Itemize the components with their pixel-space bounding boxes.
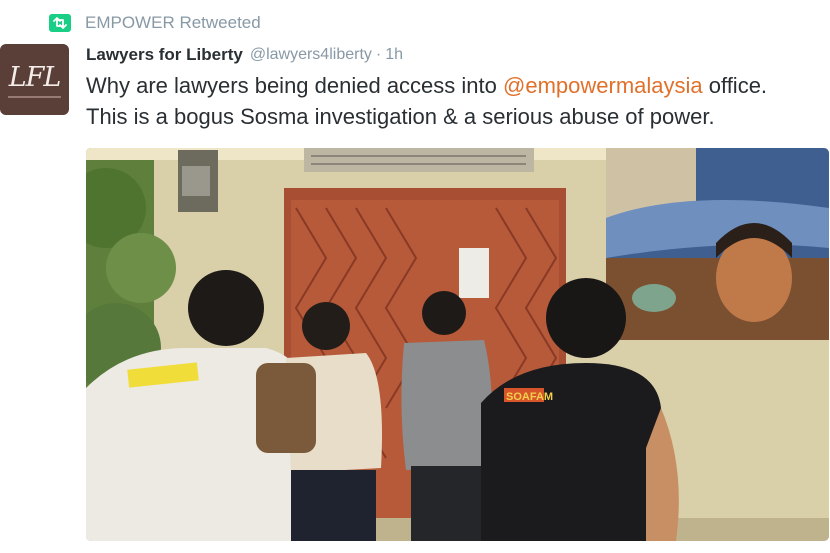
tweet-text: Why are lawyers being denied access into…	[86, 70, 821, 132]
shirt-print: SOAFAM	[506, 391, 553, 403]
tweet-photo[interactable]: SOAFAM	[86, 148, 829, 541]
separator-dot: ·	[375, 46, 382, 63]
tweet-line-1: Why are lawyers being denied access into…	[86, 73, 768, 98]
retweet-indicator: EMPOWER Retweeted	[49, 11, 261, 35]
avatar-monogram: LFL	[8, 62, 62, 93]
user-handle[interactable]: @lawyers4liberty	[250, 46, 372, 64]
display-name[interactable]: Lawyers for Liberty	[86, 45, 243, 65]
tweet-line-2: This is a bogus Sosma investigation & a …	[86, 104, 715, 129]
avatar[interactable]: LFL	[0, 44, 69, 115]
mention-link[interactable]: @empowermalaysia	[503, 73, 703, 98]
tweet-header: Lawyers for Liberty @lawyers4liberty · 1…	[86, 42, 403, 68]
retweet-label: EMPOWER Retweeted	[85, 13, 261, 32]
timestamp[interactable]: 1h	[385, 46, 403, 64]
retweet-icon	[49, 14, 71, 32]
